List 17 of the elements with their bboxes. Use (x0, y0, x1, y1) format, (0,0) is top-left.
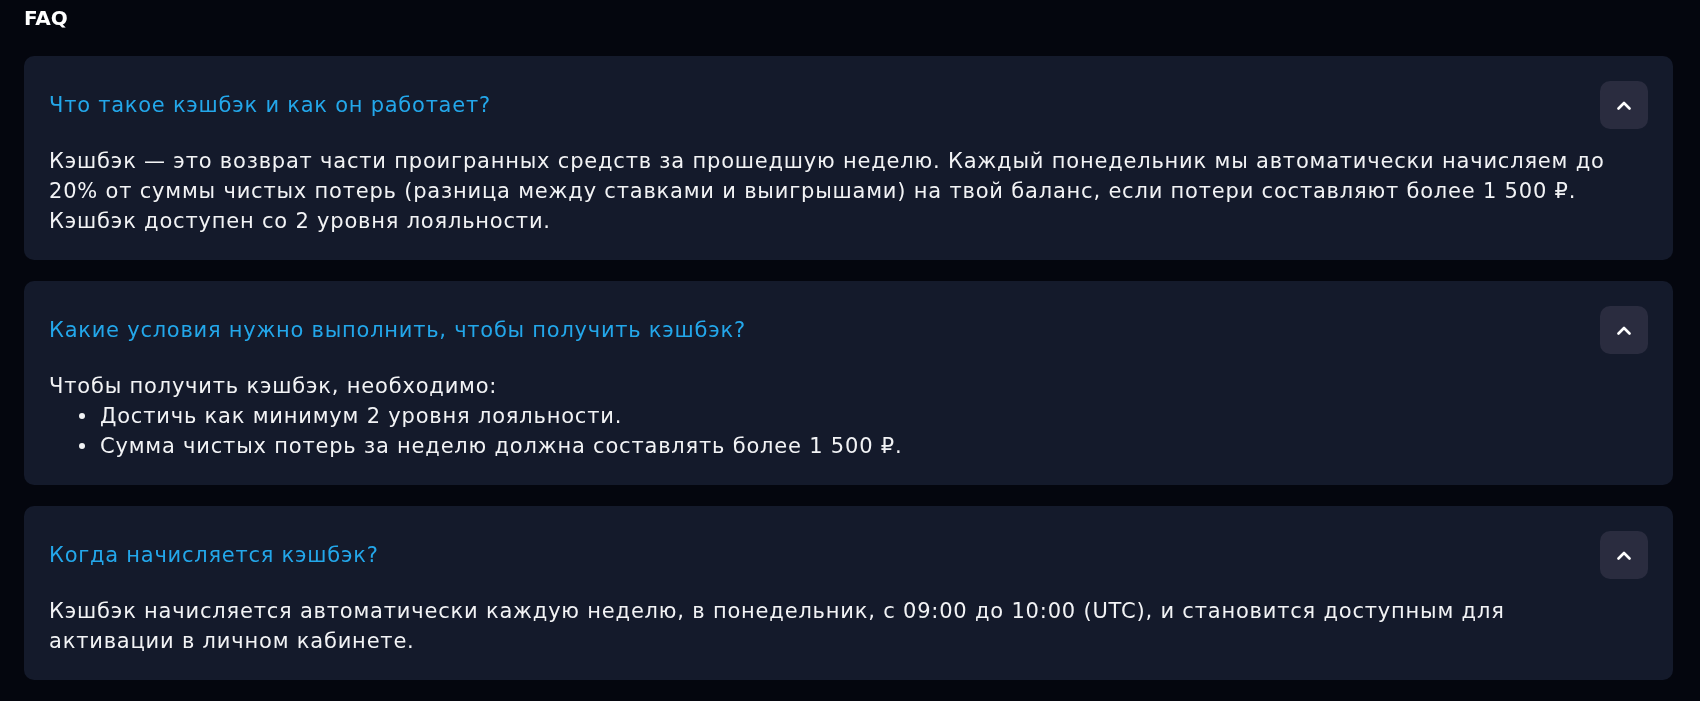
answer-text: Чтобы получить кэшбэк, необходимо: (49, 373, 499, 400)
collapse-button[interactable] (1600, 531, 1648, 579)
collapse-button[interactable] (1600, 306, 1648, 354)
answer-text: Кэшбэк начисляется автоматически каждую неделю, в понедельник, с 09:00 до 10:00 (UTC), и становится доступным для активации в личном кабинете. (49, 598, 1506, 655)
list-item-text: Достичь как минимум 2 уровня лояльности. (100, 403, 623, 430)
faq-question: Какие условия нужно выполнить, чтобы получить кэшбэк? (49, 317, 746, 344)
bullet-icon (79, 413, 85, 419)
faq-question: Что такое кэшбэк и как он работает? (49, 92, 491, 119)
collapse-button[interactable] (1600, 81, 1648, 129)
chevron-up-icon (1617, 325, 1631, 335)
chevron-up-icon (1617, 550, 1631, 560)
faq-heading: FAQ (24, 5, 68, 32)
list-item-text: Сумма чистых потерь за неделю должна составлять более 1 500 ₽. (100, 433, 903, 460)
chevron-up-icon (1617, 100, 1631, 110)
bullet-icon (79, 443, 85, 449)
answer-text: Кэшбэк — это возврат части проигранных средств за прошедшую неделю. Каждый понедельник мы автоматически начисляем до 20% от суммы чистых потерь (разница между ставками и выигрышами) на твой баланс, если потери составляют более 1 500 ₽. Кэшбэк доступен со 2 уровня лояльности. (49, 148, 1606, 235)
faq-question: Когда начисляется кэшбэк? (49, 542, 379, 569)
